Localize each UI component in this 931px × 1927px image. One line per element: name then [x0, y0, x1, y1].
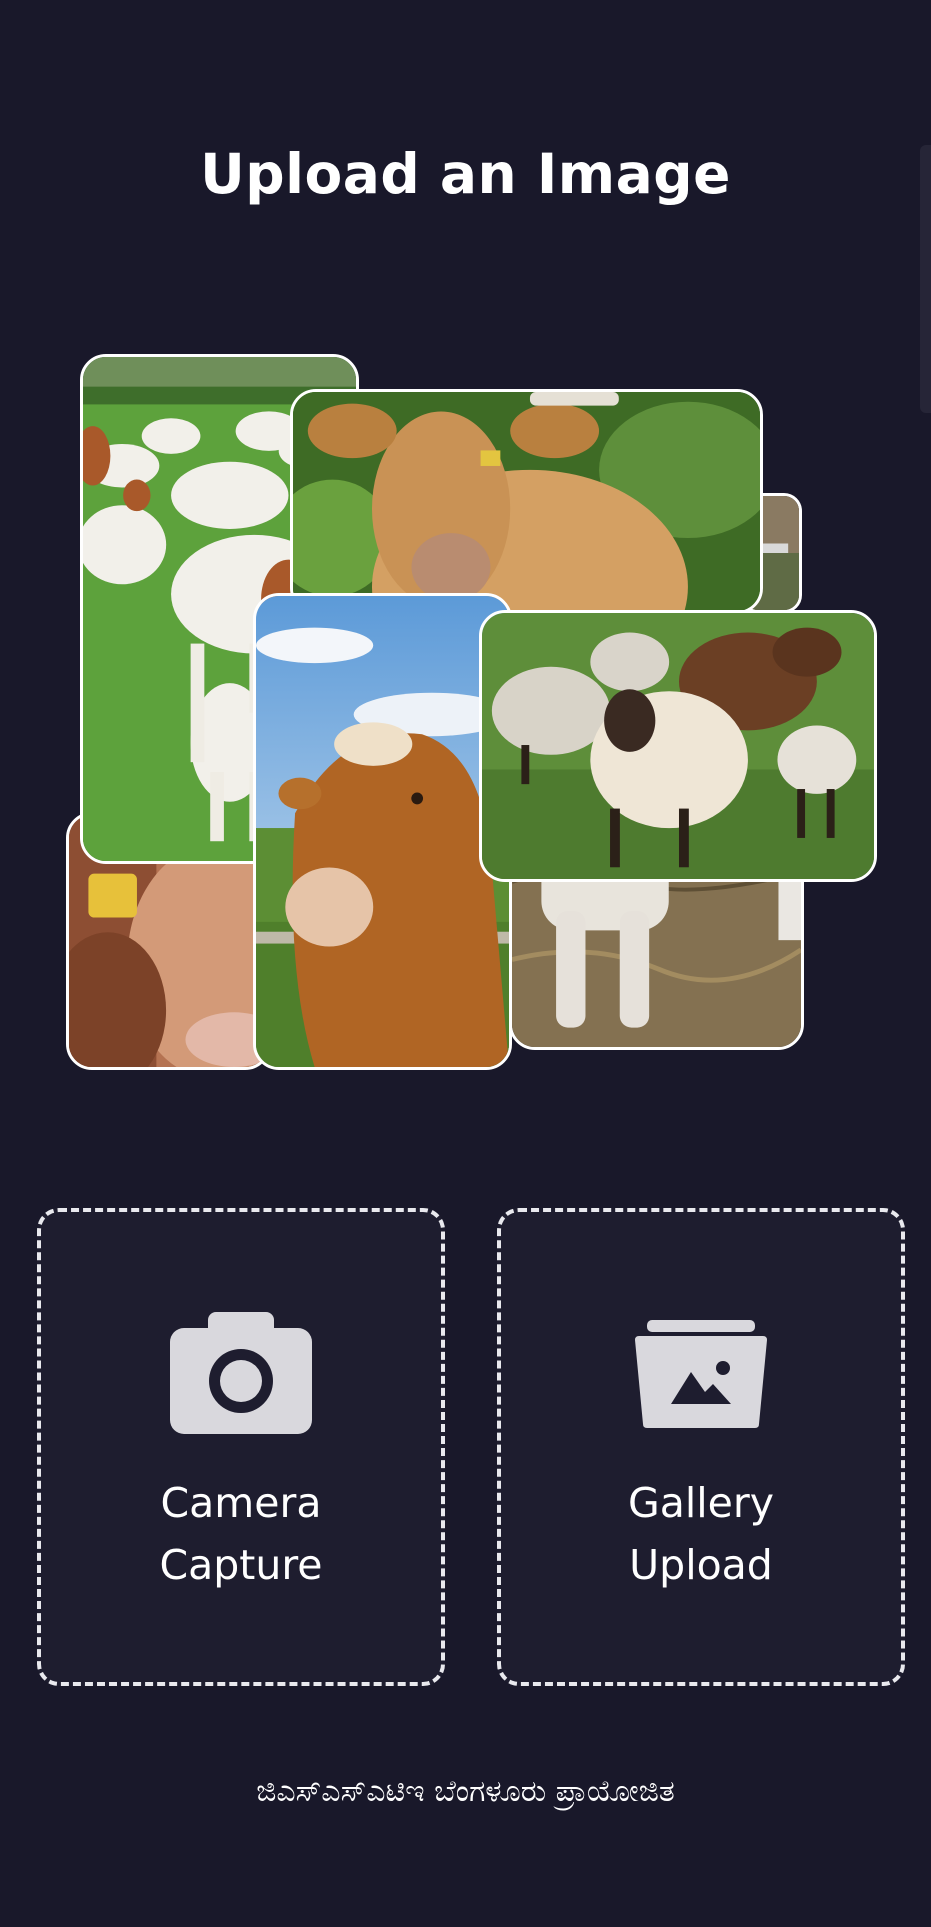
camera-icon	[170, 1312, 312, 1438]
camera-capture-label: Camera Capture	[41, 1472, 441, 1596]
animal-photo-collage	[0, 0, 931, 1100]
sponsor-footer: ಜಿಎಸ್‌ಎಸ್‌ಎಟಿಇ ಬೆಂಗಳೂರು ಪ್ರಾಯೋಜಿತ	[256, 1774, 675, 1809]
gallery-label-line1: Gallery	[627, 1479, 775, 1527]
gallery-upload-label: Gallery Upload	[501, 1472, 901, 1596]
cow-eating-photo	[290, 389, 763, 614]
camera-capture-button[interactable]: Camera Capture	[37, 1208, 445, 1686]
gallery-label-line2: Upload	[629, 1541, 773, 1589]
sheep-flock-photo	[479, 610, 877, 882]
camera-label-line2: Capture	[159, 1541, 323, 1589]
gallery-icon	[635, 1320, 767, 1432]
camera-label-line1: Camera	[160, 1479, 322, 1527]
upload-screen: Upload an Image Camera Capture Gallery U…	[0, 0, 931, 1927]
cow-portrait-photo	[253, 593, 512, 1070]
gallery-upload-button[interactable]: Gallery Upload	[497, 1208, 905, 1686]
